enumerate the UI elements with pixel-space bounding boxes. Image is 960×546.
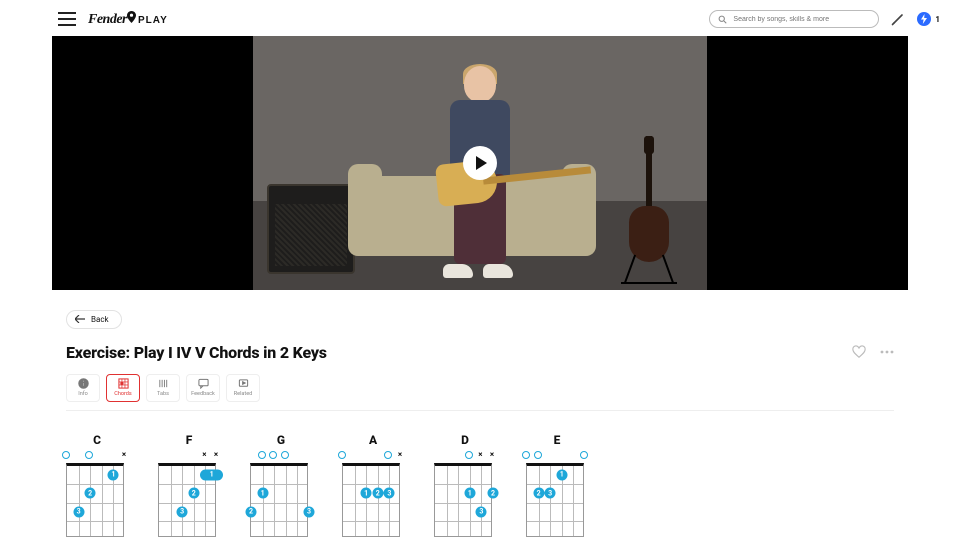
tuner-icon[interactable] [891, 12, 905, 26]
lesson-video[interactable] [52, 36, 908, 290]
tabs-icon [158, 378, 169, 389]
finger-dot: 2 [533, 488, 544, 499]
related-icon [238, 378, 249, 389]
finger-dot: 2 [372, 488, 383, 499]
play-icon[interactable] [463, 146, 497, 180]
open-string-icon [384, 451, 392, 459]
search-field[interactable] [733, 16, 870, 23]
tab-label: Info [78, 391, 88, 397]
more-icon[interactable] [880, 350, 894, 354]
chord-top-markers: × [66, 451, 128, 461]
open-string-icon [580, 451, 588, 459]
finger-dot: 3 [304, 506, 315, 517]
tab-related[interactable]: Related [226, 374, 260, 402]
chord-top-markers: ×× [158, 451, 220, 461]
finger-dot: 3 [73, 506, 84, 517]
barre-dot: 1 [200, 469, 223, 480]
favorite-icon[interactable] [852, 345, 866, 359]
feedback-icon [198, 378, 209, 389]
open-string-icon [62, 451, 70, 459]
finger-dot: 2 [246, 506, 257, 517]
finger-dot: 3 [476, 506, 487, 517]
chord-name: E [526, 433, 588, 447]
logo-pin-icon [127, 11, 136, 28]
chord-diagram-c[interactable]: C × 1 23 [66, 433, 128, 537]
logo-word-2: PLAY [138, 15, 168, 26]
chord-diagram-g[interactable]: G 123 [250, 433, 312, 537]
finger-dot: 1 [108, 469, 119, 480]
search-input[interactable] [709, 10, 879, 28]
tab-label: Tabs [157, 391, 169, 397]
chord-top-markers [526, 451, 588, 461]
finger-dot: 3 [384, 488, 395, 499]
chord-diagrams: C×123F××123G123A×123D××123E123 [66, 433, 894, 537]
back-label: Back [91, 315, 109, 324]
tab-label: Related [234, 391, 252, 397]
content-tabs: Info Chords Tabs Feedback Related [66, 374, 894, 411]
finger-dot: 1 [361, 488, 372, 499]
open-string-icon [258, 451, 266, 459]
info-icon [78, 378, 89, 389]
arrow-left-icon [75, 315, 85, 323]
fretboard: 1 23 [66, 463, 124, 537]
menu-icon[interactable] [58, 12, 76, 26]
finger-dot: 1 [556, 469, 567, 480]
finger-dot: 3 [177, 506, 188, 517]
chord-name: G [250, 433, 312, 447]
finger-dot: 1 [464, 488, 475, 499]
chord-top-markers: × [342, 451, 404, 461]
chord-name: D [434, 433, 496, 447]
finger-dot: 2 [488, 488, 499, 499]
muted-string-icon: × [396, 451, 404, 459]
muted-string-icon: × [212, 451, 220, 459]
fretboard: 1 23 [526, 463, 584, 537]
muted-string-icon: × [476, 451, 484, 459]
finger-dot: 1 [257, 488, 268, 499]
lesson-title: Exercise: Play I IV V Chords in 2 Keys [66, 343, 852, 362]
chord-icon [118, 378, 129, 389]
search-icon [718, 15, 727, 24]
tab-info[interactable]: Info [66, 374, 100, 402]
logo-word-1: Fender [88, 12, 127, 27]
tab-label: Chords [114, 391, 132, 397]
fretboard: 123 [342, 463, 400, 537]
open-string-icon [522, 451, 530, 459]
open-string-icon [465, 451, 473, 459]
fretboard: 123 [158, 463, 216, 537]
back-button[interactable]: Back [66, 310, 122, 329]
finger-dot: 2 [85, 488, 96, 499]
fretboard: 123 [434, 463, 492, 537]
chord-name: F [158, 433, 220, 447]
tab-label: Feedback [191, 391, 215, 397]
open-string-icon [85, 451, 93, 459]
chord-top-markers [250, 451, 312, 461]
tab-tabs[interactable]: Tabs [146, 374, 180, 402]
fretboard: 123 [250, 463, 308, 537]
open-string-icon [338, 451, 346, 459]
open-string-icon [269, 451, 277, 459]
brand-logo[interactable]: Fender PLAY [88, 11, 168, 28]
streak-count: 1 [935, 15, 940, 24]
open-string-icon [281, 451, 289, 459]
tab-chords[interactable]: Chords [106, 374, 140, 402]
streak-indicator[interactable]: 1 [917, 12, 940, 26]
chord-top-markers: ×× [434, 451, 496, 461]
chord-name: C [66, 433, 128, 447]
chord-diagram-d[interactable]: D××123 [434, 433, 496, 537]
finger-dot: 3 [545, 488, 556, 499]
open-string-icon [534, 451, 542, 459]
finger-dot: 2 [188, 488, 199, 499]
chord-name: A [342, 433, 404, 447]
chord-diagram-a[interactable]: A × 123 [342, 433, 404, 537]
chord-diagram-f[interactable]: F××123 [158, 433, 220, 537]
tab-feedback[interactable]: Feedback [186, 374, 220, 402]
bolt-icon [917, 12, 931, 26]
muted-string-icon: × [120, 451, 128, 459]
chord-diagram-e[interactable]: E 1 23 [526, 433, 588, 537]
muted-string-icon: × [200, 451, 208, 459]
muted-string-icon: × [488, 451, 496, 459]
